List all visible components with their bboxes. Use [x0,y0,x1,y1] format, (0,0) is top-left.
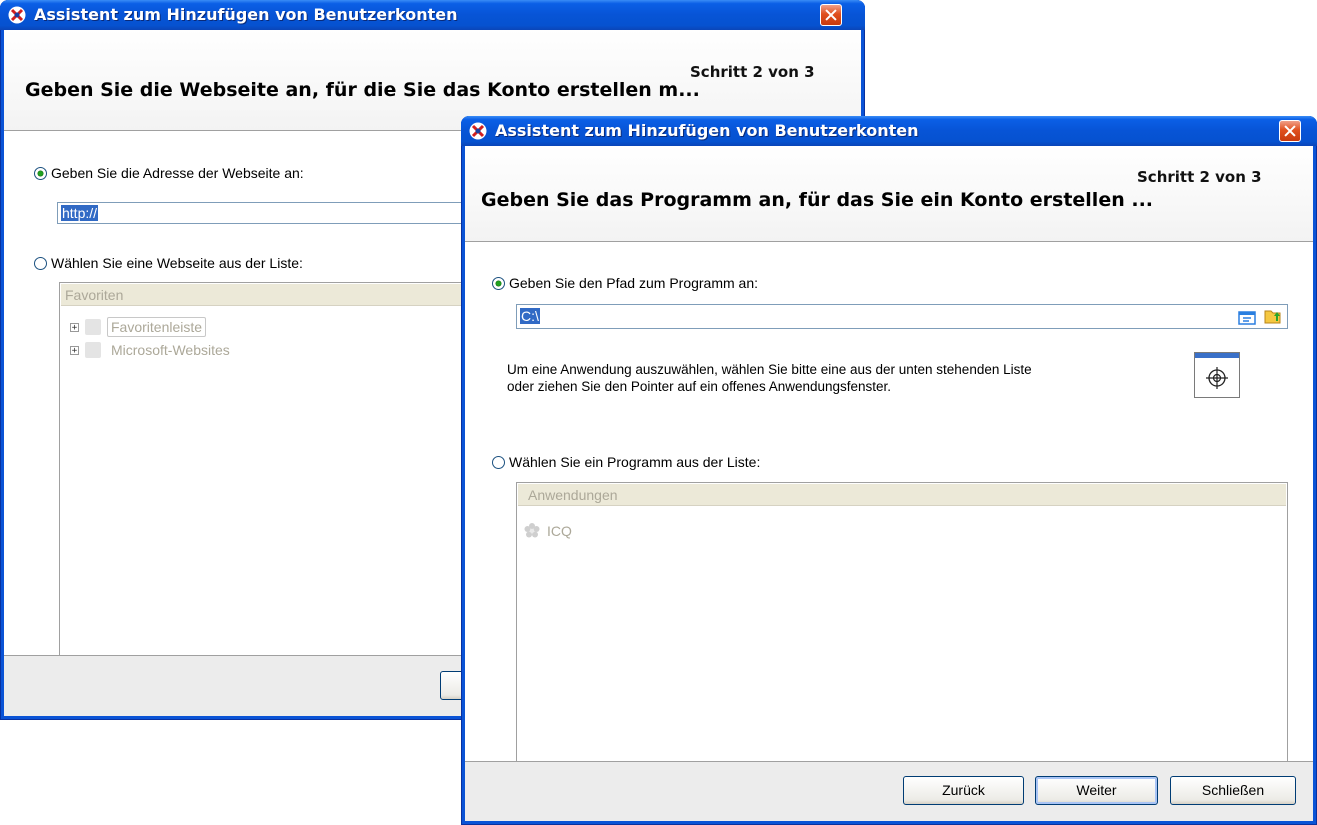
folder-icon [85,319,101,335]
back-option-address-label: Geben Sie die Adresse der Webseite an: [51,165,304,181]
back-page-heading: Geben Sie die Webseite an, für die Sie d… [25,79,700,101]
front-list-header: Anwendungen [518,484,1286,506]
back-option-list-label: Wählen Sie eine Webseite aus der Liste: [51,255,303,271]
back-option-list[interactable]: Wählen Sie eine Webseite aus der Liste: [34,255,303,271]
front-client-area: Schritt 2 von 3 Geben Sie das Programm a… [465,146,1313,821]
front-info-text: Um eine Anwendung auszuwählen, wählen Si… [507,361,1032,395]
back-option-address[interactable]: Geben Sie die Adresse der Webseite an: [34,165,304,181]
tree-item-label: Microsoft-Websites [111,342,230,358]
front-option-path[interactable]: Geben Sie den Pfad zum Programm an: [492,275,758,291]
expand-plus-icon[interactable]: + [70,322,79,332]
app-logo-icon [8,6,26,24]
expand-plus-icon[interactable]: + [70,345,79,355]
back-address-value: http:// [61,205,99,221]
crosshair-icon [1206,367,1228,389]
front-step-indicator: Schritt 2 von 3 [1137,168,1262,186]
icq-flower-icon [524,523,540,538]
front-close-icon[interactable] [1279,120,1301,142]
close-button[interactable]: Schließen [1170,776,1296,805]
front-option-list[interactable]: Wählen Sie ein Programm aus der Liste: [492,454,760,470]
back-title-bar[interactable]: Assistent zum Hinzufügen von Benutzerkon… [0,0,865,30]
radio-button-checked[interactable] [492,276,505,290]
crosshair-target-icon[interactable] [1194,352,1240,398]
tree-item[interactable]: + Favoritenleiste [70,317,207,337]
app-logo-icon [469,122,487,140]
folder-icon [85,342,101,358]
folder-open-icon[interactable] [1263,306,1283,326]
back-close-icon[interactable] [820,4,842,26]
front-wizard-window: Assistent zum Hinzufügen von Benutzerkon… [461,116,1317,825]
front-window-title: Assistent zum Hinzufügen von Benutzerkon… [495,121,919,140]
radio-button[interactable] [34,256,47,270]
front-page-heading: Geben Sie das Programm an, für das Sie e… [481,189,1154,211]
tree-item-label: Favoritenleiste [107,317,207,337]
radio-button[interactable] [492,455,505,469]
front-info-line-1: Um eine Anwendung auszuwählen, wählen Si… [507,362,1032,377]
radio-button-checked[interactable] [34,166,47,180]
browse-icon[interactable] [1237,310,1257,326]
front-title-bar[interactable]: Assistent zum Hinzufügen von Benutzerkon… [461,116,1317,146]
front-footer: Zurück Weiter Schließen [465,761,1313,821]
back-window-title: Assistent zum Hinzufügen von Benutzerkon… [34,5,458,24]
front-path-input[interactable]: C:\ [516,304,1288,329]
front-info-line-2: oder ziehen Sie den Pointer auf ein offe… [507,379,892,394]
tree-item[interactable]: + Microsoft-Websites [70,342,230,358]
list-item[interactable]: ICQ [523,522,572,540]
list-item-label: ICQ [547,523,572,539]
next-button[interactable]: Weiter [1035,776,1158,805]
front-option-list-label: Wählen Sie ein Programm aus der Liste: [509,454,761,470]
back-button[interactable]: Zurück [903,776,1024,805]
target-box-bar [1195,353,1239,358]
back-step-indicator: Schritt 2 von 3 [690,63,815,81]
front-application-list[interactable]: Anwendungen ICQ [516,482,1288,767]
front-option-path-label: Geben Sie den Pfad zum Programm an: [509,275,759,291]
front-path-value: C:\ [520,308,540,324]
back-favorites-list[interactable]: Favoriten + Favoritenleiste + Microsoft-… [59,282,479,659]
front-header: Schritt 2 von 3 Geben Sie das Programm a… [465,146,1313,242]
back-address-input[interactable]: http:// [57,202,477,224]
back-list-header: Favoriten [61,284,477,306]
